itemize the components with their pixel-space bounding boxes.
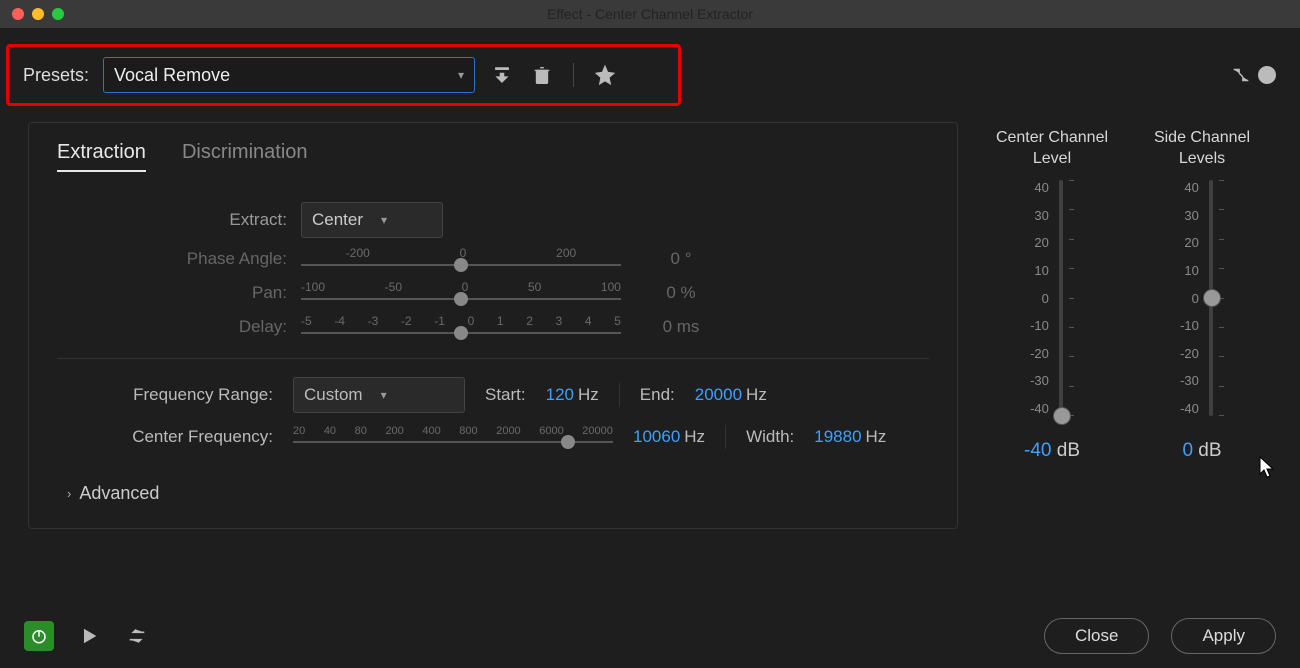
levels-panel: Center Channel Level 403020100-10-20-30-… <box>982 122 1272 529</box>
apply-button[interactable]: Apply <box>1171 618 1276 654</box>
center-level-title: Center Channel Level <box>982 128 1122 172</box>
freq-range-label: Frequency Range: <box>57 385 273 405</box>
delay-slider[interactable]: -5-4-3-2-1012345 <box>301 314 621 340</box>
window-title: Effect - Center Channel Extractor <box>0 6 1300 22</box>
bottom-bar: Close Apply <box>0 604 1300 668</box>
side-level-slider[interactable]: 403020100-10-20-30-40 <box>1180 180 1224 416</box>
center-freq-slider[interactable]: 2040802004008002000600020000 <box>293 425 613 449</box>
window-controls <box>0 8 64 20</box>
start-label: Start: <box>485 385 526 405</box>
loop-icon[interactable] <box>124 623 150 649</box>
toolbar-divider <box>573 63 574 87</box>
separator <box>57 358 929 359</box>
width-value[interactable]: 19880 <box>814 427 861 447</box>
width-label: Width: <box>746 427 794 447</box>
side-level-title: Side Channel Levels <box>1132 128 1272 172</box>
chevron-right-icon: › <box>67 486 71 501</box>
start-value[interactable]: 120 <box>546 385 574 405</box>
pan-knob[interactable] <box>454 292 468 306</box>
extract-label: Extract: <box>57 210 301 230</box>
pan-label: Pan: <box>57 283 301 303</box>
preset-highlight: Presets: Vocal Remove ▾ <box>6 44 681 106</box>
advanced-toggle[interactable]: › Advanced <box>57 461 929 510</box>
phase-label: Phase Angle: <box>57 249 301 269</box>
center-level-value: -40 dB <box>1024 440 1080 462</box>
preset-value: Vocal Remove <box>114 65 230 86</box>
center-level-knob[interactable] <box>1053 407 1071 425</box>
freq-range-dropdown[interactable]: Custom ▾ <box>293 377 465 413</box>
close-button[interactable]: Close <box>1044 618 1149 654</box>
titlebar: Effect - Center Channel Extractor <box>0 0 1300 28</box>
chevron-down-icon: ▾ <box>381 388 387 402</box>
main-panel: Extraction Discrimination Extract: Cente… <box>28 122 958 529</box>
zoom-window-button[interactable] <box>52 8 64 20</box>
delete-preset-icon[interactable] <box>529 62 555 88</box>
tab-extraction[interactable]: Extraction <box>57 141 146 172</box>
side-level-value: 0 dB <box>1182 440 1221 462</box>
preset-dropdown[interactable]: Vocal Remove ▾ <box>103 57 475 93</box>
center-freq-label: Center Frequency: <box>57 427 273 447</box>
play-icon[interactable] <box>76 623 102 649</box>
side-level-knob[interactable] <box>1203 289 1221 307</box>
end-label: End: <box>640 385 675 405</box>
extract-value: Center <box>312 210 363 230</box>
center-freq-value[interactable]: 10060 <box>633 427 680 447</box>
presets-label: Presets: <box>23 65 89 86</box>
delay-knob[interactable] <box>454 326 468 340</box>
toolbar: Presets: Vocal Remove ▾ <box>0 28 1300 122</box>
info-icon[interactable] <box>1254 62 1280 88</box>
save-preset-icon[interactable] <box>489 62 515 88</box>
minimize-window-button[interactable] <box>32 8 44 20</box>
tab-discrimination[interactable]: Discrimination <box>182 141 308 172</box>
end-value[interactable]: 20000 <box>695 385 742 405</box>
phase-knob[interactable] <box>454 258 468 272</box>
phase-slider[interactable]: -200 0 200 <box>301 246 621 272</box>
favorite-icon[interactable] <box>592 62 618 88</box>
tabs: Extraction Discrimination <box>57 141 929 172</box>
delay-label: Delay: <box>57 317 301 337</box>
chevron-down-icon: ▾ <box>381 213 387 227</box>
extract-dropdown[interactable]: Center ▾ <box>301 202 443 238</box>
power-toggle[interactable] <box>24 621 54 651</box>
chevron-down-icon: ▾ <box>458 68 464 82</box>
center-level-slider[interactable]: 403020100-10-20-30-40 <box>1030 180 1074 416</box>
center-freq-knob[interactable] <box>561 435 575 449</box>
close-window-button[interactable] <box>12 8 24 20</box>
routing-icon[interactable] <box>1228 62 1254 88</box>
pan-slider[interactable]: -100-50050100 <box>301 280 621 306</box>
